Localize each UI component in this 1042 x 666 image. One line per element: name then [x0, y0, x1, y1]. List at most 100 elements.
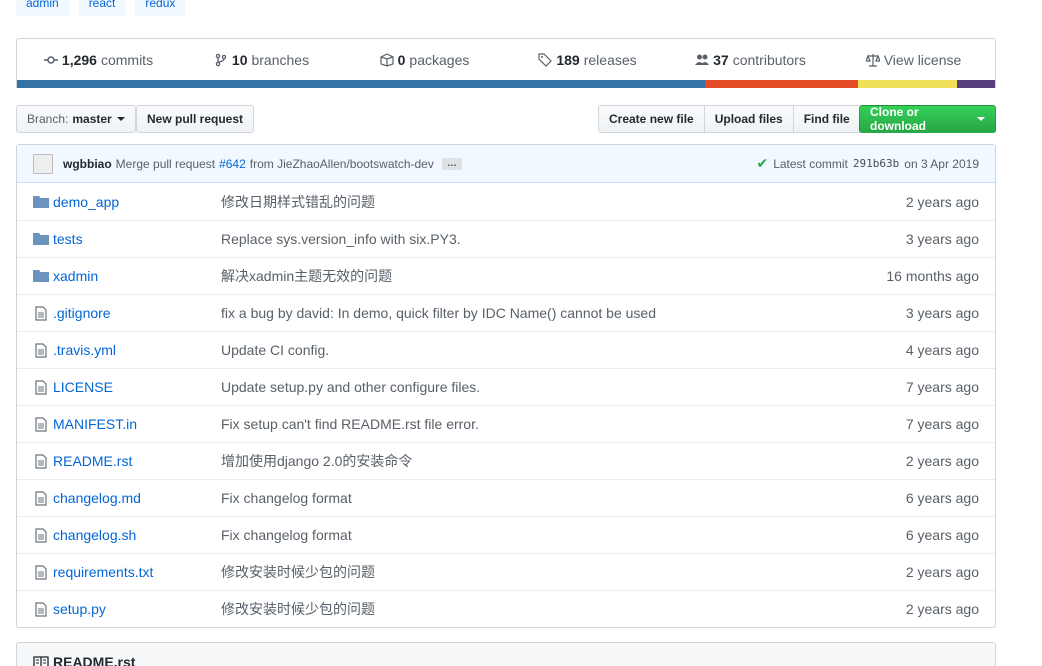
file-commit-message[interactable]: Update setup.py and other configure file… — [221, 379, 906, 395]
file-name-link[interactable]: demo_app — [53, 194, 221, 210]
packages-count: 0 — [397, 52, 406, 68]
file-actions-group: Create new file Upload files Find file — [598, 105, 861, 133]
file-commit-message[interactable]: fix a bug by david: In demo, quick filte… — [221, 305, 906, 321]
file-icon — [33, 305, 49, 321]
releases-link[interactable]: 189 releases — [506, 52, 669, 68]
topic-tag[interactable]: admin — [16, 0, 69, 16]
people-icon — [695, 54, 710, 65]
packages-label: packages — [409, 52, 470, 68]
language-bar[interactable] — [17, 80, 995, 88]
file-name-link[interactable]: README.rst — [53, 453, 221, 469]
file-commit-age: 2 years ago — [905, 453, 979, 469]
license-link[interactable]: View license — [832, 52, 995, 68]
chevron-down-icon — [116, 117, 125, 121]
repo-summary: 1,296 commits 10 branches 0 packages 189… — [16, 38, 996, 88]
contributors-link[interactable]: 37 contributors — [669, 52, 832, 68]
create-new-file-button[interactable]: Create new file — [598, 105, 705, 133]
file-name-link[interactable]: .travis.yml — [53, 342, 221, 358]
branch-prefix: Branch: — [27, 112, 69, 126]
file-name-link[interactable]: setup.py — [53, 601, 221, 617]
file-icon — [33, 342, 49, 358]
file-navigation: Branch: master New pull request Create n… — [16, 105, 996, 133]
find-file-button[interactable]: Find file — [792, 105, 861, 133]
file-commit-age: 4 years ago — [905, 342, 979, 358]
file-commit-age: 7 years ago — [905, 379, 979, 395]
file-row[interactable]: tests Replace sys.version_info with six.P… — [17, 220, 995, 257]
file-commit-age: 2 years ago — [905, 601, 979, 617]
file-name-link[interactable]: .gitignore — [53, 305, 221, 321]
file-row[interactable]: requirements.txt 修改安装时候少包的问题 2 years ago — [17, 553, 995, 590]
file-row[interactable]: MANIFEST.in Fix setup can't find README.r… — [17, 405, 995, 442]
file-commit-message[interactable]: 修改安装时候少包的问题 — [221, 599, 906, 619]
license-label: View license — [883, 52, 962, 68]
file-name-link[interactable]: xadmin — [53, 268, 221, 284]
file-commit-age: 7 years ago — [905, 416, 979, 432]
file-commit-age: 3 years ago — [905, 231, 979, 247]
avatar[interactable] — [33, 153, 53, 174]
check-icon[interactable]: ✔ — [756, 155, 768, 172]
file-row[interactable]: .travis.yml Update CI config. 4 years ago — [17, 331, 995, 368]
file-commit-age: 2 years ago — [905, 193, 979, 210]
file-icon — [33, 453, 49, 469]
file-commit-age: 16 months ago — [886, 268, 979, 284]
file-commit-message[interactable]: 增加使用django 2.0的安装命令 — [221, 451, 906, 471]
file-commit-message[interactable]: Fix setup can't find README.rst file err… — [221, 416, 906, 432]
language-segment — [17, 80, 705, 88]
topic-tag[interactable]: react — [78, 0, 126, 16]
package-icon — [380, 53, 394, 67]
file-row[interactable]: LICENSE Update setup.py and other configu… — [17, 368, 995, 405]
file-row[interactable]: changelog.sh Fix changelog format 6 years … — [17, 516, 995, 553]
folder-icon — [33, 268, 49, 284]
commit-author[interactable]: wgbbiao — [63, 157, 112, 171]
commit-sha-link[interactable]: 291b63b — [853, 157, 899, 170]
file-name-link[interactable]: tests — [53, 231, 221, 247]
branches-label: branches — [251, 52, 310, 68]
pull-request-link[interactable]: #642 — [219, 157, 246, 171]
file-commit-message[interactable]: 修改安装时候少包的问题 — [221, 562, 906, 582]
expand-commit-button[interactable]: … — [441, 157, 462, 170]
tag-icon — [538, 53, 553, 67]
file-row[interactable]: changelog.md Fix changelog format 6 years … — [17, 479, 995, 516]
language-segment — [956, 80, 995, 88]
file-commit-message[interactable]: Replace sys.version_info with six.PY3. — [221, 231, 906, 247]
latest-commit-info: ✔ Latest commit 291b63b on 3 Apr 2019 — [756, 155, 979, 172]
file-name-link[interactable]: requirements.txt — [53, 564, 221, 580]
packages-link[interactable]: 0 packages — [343, 52, 506, 68]
file-commit-message[interactable]: Fix changelog format — [221, 490, 906, 506]
commit-message-prefix: Merge pull request — [115, 156, 216, 171]
file-name-link[interactable]: changelog.md — [53, 490, 221, 506]
file-row[interactable]: demo_app 修改日期样式错乱的问题 2 years ago — [17, 183, 995, 220]
new-pull-request-button[interactable]: New pull request — [136, 105, 255, 133]
file-commit-message[interactable]: 修改日期样式错乱的问题 — [221, 192, 906, 212]
folder-icon — [33, 231, 49, 247]
clone-label: Clone or download — [870, 105, 926, 133]
clone-or-download-button[interactable]: Clone or download — [859, 105, 996, 133]
commit-date: on 3 Apr 2019 — [904, 156, 979, 171]
readme-header: README.rst — [16, 642, 996, 666]
file-commit-age: 2 years ago — [905, 564, 979, 580]
latest-commit-label: Latest commit — [773, 156, 848, 171]
file-commit-message[interactable]: Update CI config. — [221, 342, 906, 358]
file-row[interactable]: xadmin 解决xadmin主题无效的问题 16 months ago — [17, 257, 995, 294]
branches-link[interactable]: 10 branches — [180, 52, 343, 68]
commits-label: commits — [100, 52, 154, 68]
file-icon — [33, 379, 49, 395]
contributors-label: contributors — [732, 52, 806, 68]
contributors-count: 37 — [713, 52, 729, 68]
file-name-link[interactable]: LICENSE — [53, 379, 221, 395]
topic-tag[interactable]: redux — [135, 0, 186, 16]
file-commit-message[interactable]: Fix changelog format — [221, 527, 906, 543]
file-commit-age: 6 years ago — [905, 490, 979, 506]
branch-select-button[interactable]: Branch: master — [16, 105, 136, 133]
file-row[interactable]: setup.py 修改安装时候少包的问题 2 years ago — [17, 590, 995, 627]
file-row[interactable]: .gitignore fix a bug by david: In demo, q… — [17, 294, 995, 331]
commits-link[interactable]: 1,296 commits — [17, 52, 180, 68]
file-name-link[interactable]: changelog.sh — [53, 527, 221, 543]
book-icon — [33, 656, 49, 666]
file-icon — [33, 490, 49, 506]
upload-files-button[interactable]: Upload files — [703, 105, 794, 133]
file-commit-age: 6 years ago — [905, 527, 979, 543]
file-row[interactable]: README.rst 增加使用django 2.0的安装命令 2 years ago — [17, 442, 995, 479]
file-name-link[interactable]: MANIFEST.in — [53, 416, 221, 432]
file-commit-message[interactable]: 解决xadmin主题无效的问题 — [221, 266, 886, 286]
